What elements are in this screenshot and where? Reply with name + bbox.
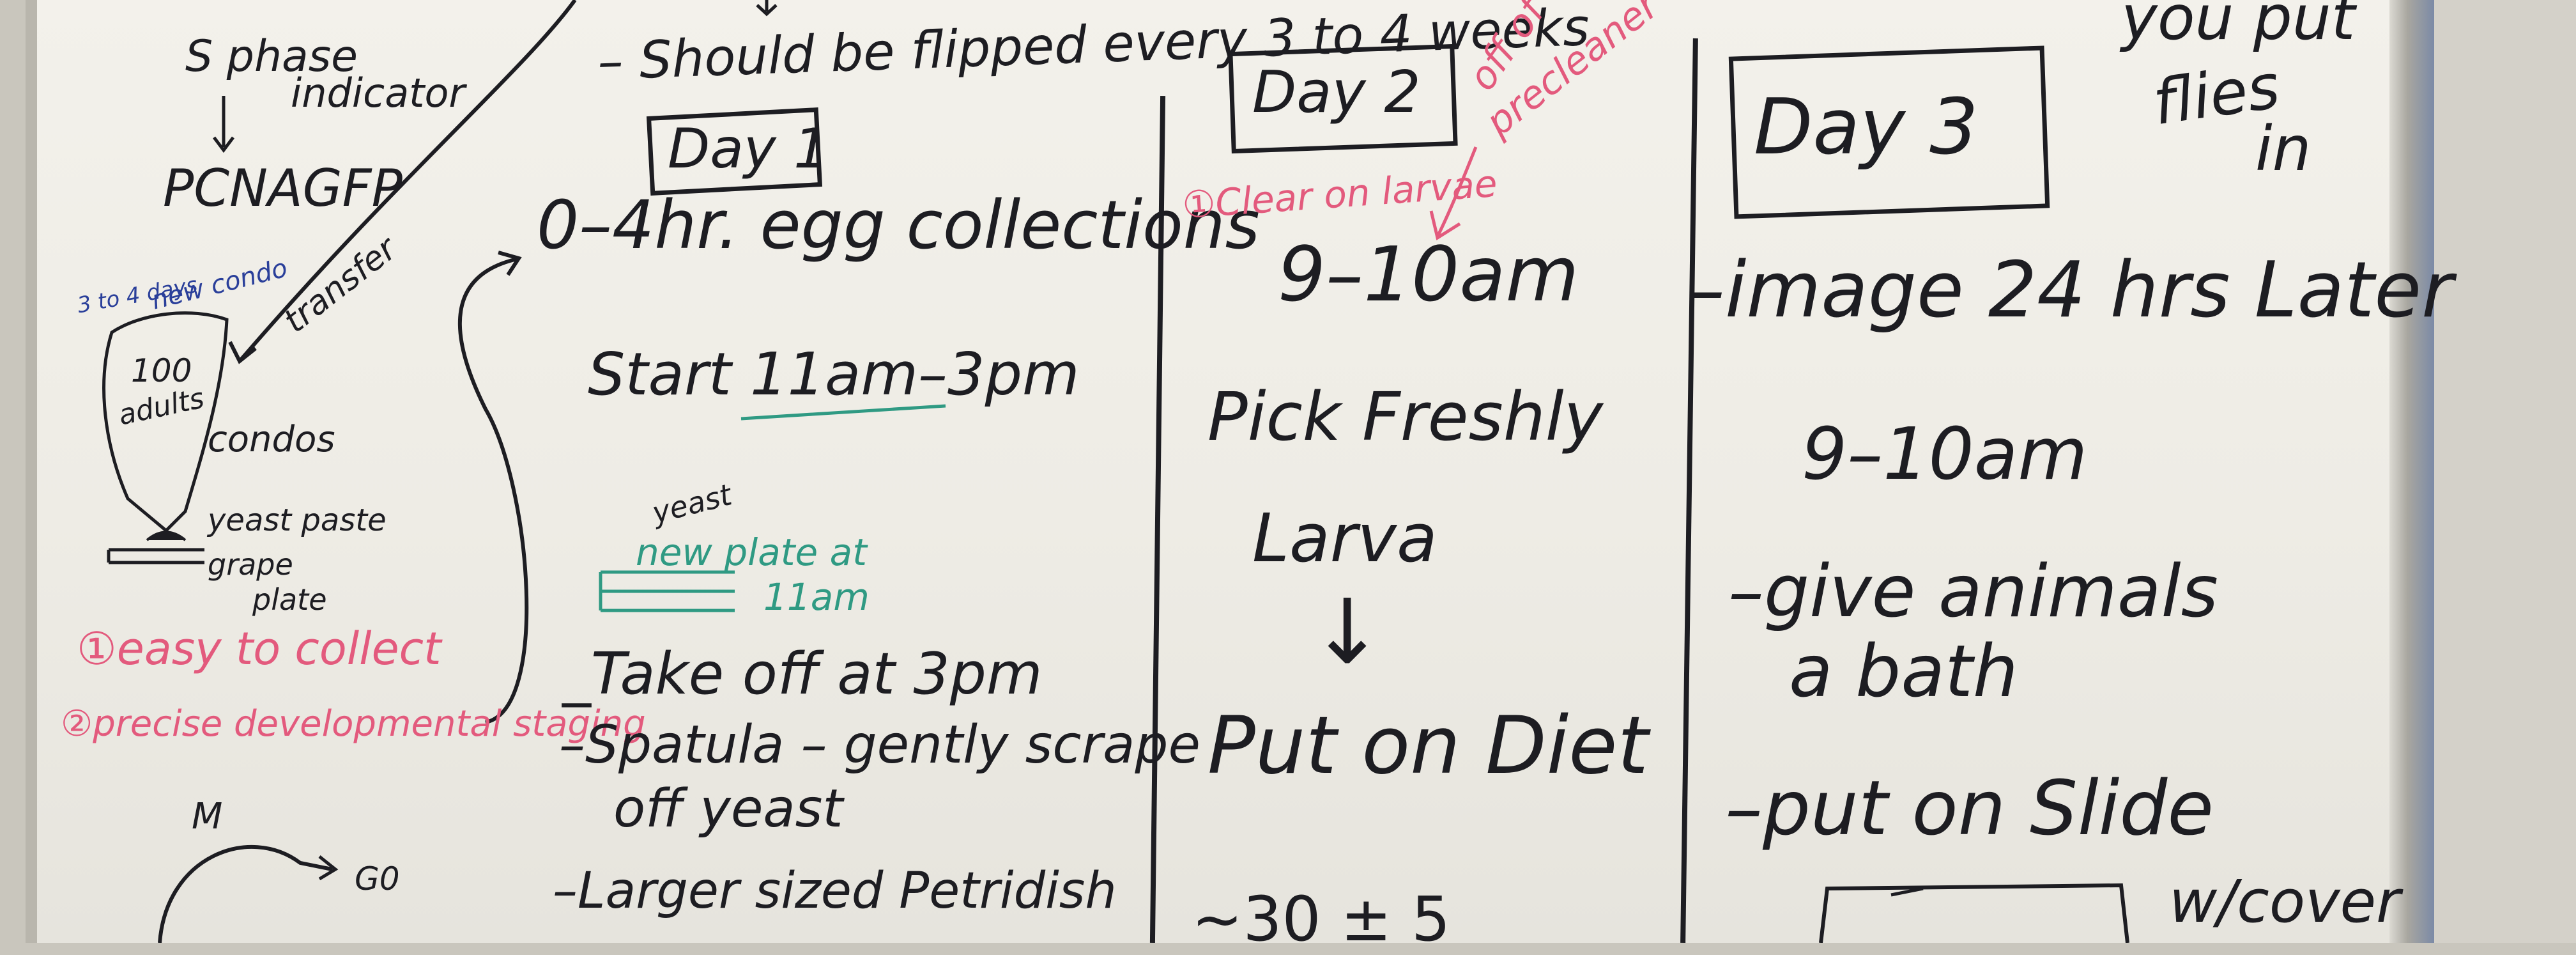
larva-label: Larva [1252, 499, 1438, 577]
off-yeast-step: off yeast [613, 779, 843, 839]
sphase-down-arrow [213, 96, 234, 153]
put-on-slide: –put on Slide [1725, 764, 2214, 852]
yeast-paste-label: yeast paste [208, 502, 387, 538]
approx-count: ∼30 ± 5 [1192, 883, 1451, 955]
plate-label: plate [252, 582, 327, 617]
spatula-step: –Spatula – gently scrape [559, 715, 1200, 775]
day3-title: Day 3 [1754, 83, 1979, 172]
cell-cycle-m: M [192, 796, 223, 837]
indicator-label: indicator [291, 70, 465, 116]
day1-title: Day 1 [668, 117, 829, 181]
day3-time: 9–10am [1802, 413, 2088, 496]
condos-label: condos [208, 419, 335, 460]
give-animals: –give animals [1728, 550, 2218, 633]
eleven-am-note: 11am [763, 575, 870, 619]
in-note: in [2255, 113, 2312, 185]
image-later: –image 24 hrs Later [1687, 246, 2453, 335]
slide-box-drawing [1819, 883, 2129, 943]
yeast-paste-dot [146, 531, 187, 541]
a-bath: a bath [1789, 630, 2018, 713]
adults-count: 100 [131, 352, 192, 389]
day2-down-arrow: ↓ [1310, 580, 1385, 685]
point-precise-staging: ②precise developmental staging [61, 703, 646, 745]
cell-cycle-g0: G0 [355, 860, 400, 897]
pick-freshly: Pick Freshly [1208, 378, 1604, 456]
day2-time: 9–10am [1278, 230, 1579, 318]
put-on-diet: Put on Diet [1208, 700, 1649, 792]
new-plate-note: new plate at [636, 531, 867, 574]
you-put-note: you put [2121, 0, 2356, 54]
cell-cycle-arc [158, 845, 333, 943]
start-time: Start 11am–3pm [588, 340, 1080, 408]
point-easy-to-collect: ①easy to collect [77, 623, 441, 675]
new-plate-drawing [599, 570, 735, 612]
top-small-arrow [756, 0, 778, 17]
staging-loop-arrow [457, 257, 529, 724]
grape-label: grape [208, 547, 293, 582]
coverslip-note: w/cover [2169, 867, 2400, 936]
larger-petridish: –Larger sized Petridish [553, 862, 1117, 920]
egg-collections: 0–4hr. egg collections [537, 186, 1260, 264]
pcna-gfp-label: PCNAGFP [163, 159, 402, 218]
take-off-time: _Take off at 3pm [562, 641, 1043, 708]
day2-title: Day 2 [1252, 59, 1421, 126]
grape-plate-drawing [107, 548, 204, 564]
